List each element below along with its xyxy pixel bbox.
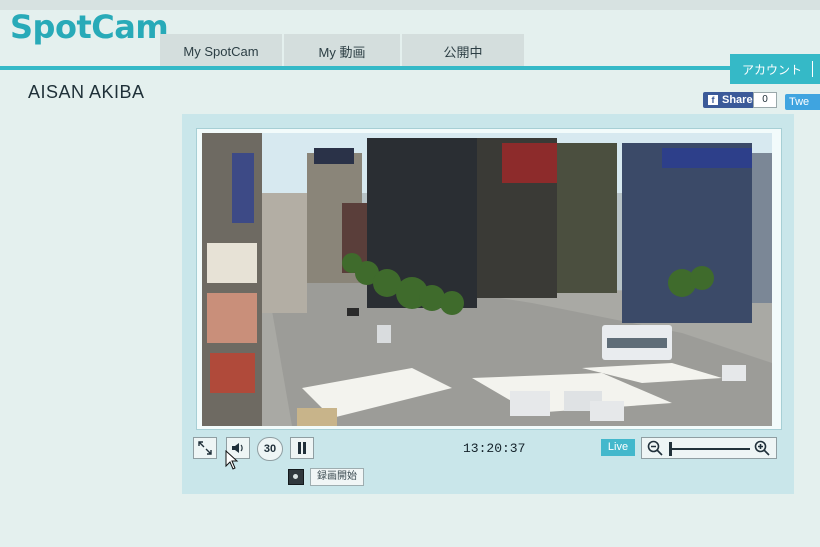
cursor-icon	[225, 450, 239, 470]
account-label: アカウント	[742, 62, 803, 77]
page-title: AISAN AKIBA	[28, 82, 145, 102]
player-controls: 30 13:20:37 Live	[193, 437, 783, 461]
tweet-label: Twe	[789, 96, 810, 108]
nav-underline	[0, 66, 820, 70]
facebook-share-button[interactable]: f Share	[703, 92, 758, 108]
zoom-slider-thumb[interactable]	[669, 442, 672, 456]
zoom-out-button[interactable]	[645, 439, 665, 457]
facebook-share-label: Share	[722, 94, 753, 106]
pause-icon	[298, 442, 306, 454]
live-badge[interactable]: Live	[601, 439, 635, 456]
facebook-icon: f	[708, 95, 718, 105]
tab-my-videos[interactable]: My 動画	[284, 34, 400, 68]
zoom-out-icon	[647, 440, 663, 456]
rewind-30-button[interactable]: 30	[257, 437, 283, 461]
account-menu[interactable]: アカウント	[730, 54, 820, 84]
zoom-in-button[interactable]	[752, 439, 772, 457]
fullscreen-button[interactable]	[193, 437, 217, 459]
tab-my-spotcam[interactable]: My SpotCam	[160, 34, 282, 68]
account-separator	[812, 61, 814, 77]
record-button[interactable]: 録画開始	[310, 468, 364, 486]
zoom-in-icon	[754, 440, 770, 456]
fullscreen-icon	[198, 441, 212, 455]
tab-public[interactable]: 公開中	[402, 34, 524, 68]
timecode: 13:20:37	[463, 441, 526, 456]
zoom-slider-track[interactable]	[670, 448, 750, 450]
zoom-control	[641, 437, 777, 459]
live-video-feed[interactable]	[202, 133, 772, 426]
rewind-30-icon: 30	[263, 443, 277, 455]
main-nav: My SpotCam My 動画 公開中	[160, 34, 526, 68]
tweet-button[interactable]: Twe	[785, 94, 820, 110]
record-control: 録画開始	[288, 468, 372, 486]
share-count: 0	[753, 92, 777, 108]
spotcam-logo[interactable]: SpotCam	[10, 8, 169, 46]
record-icon[interactable]	[288, 469, 304, 485]
pause-button[interactable]	[290, 437, 314, 459]
